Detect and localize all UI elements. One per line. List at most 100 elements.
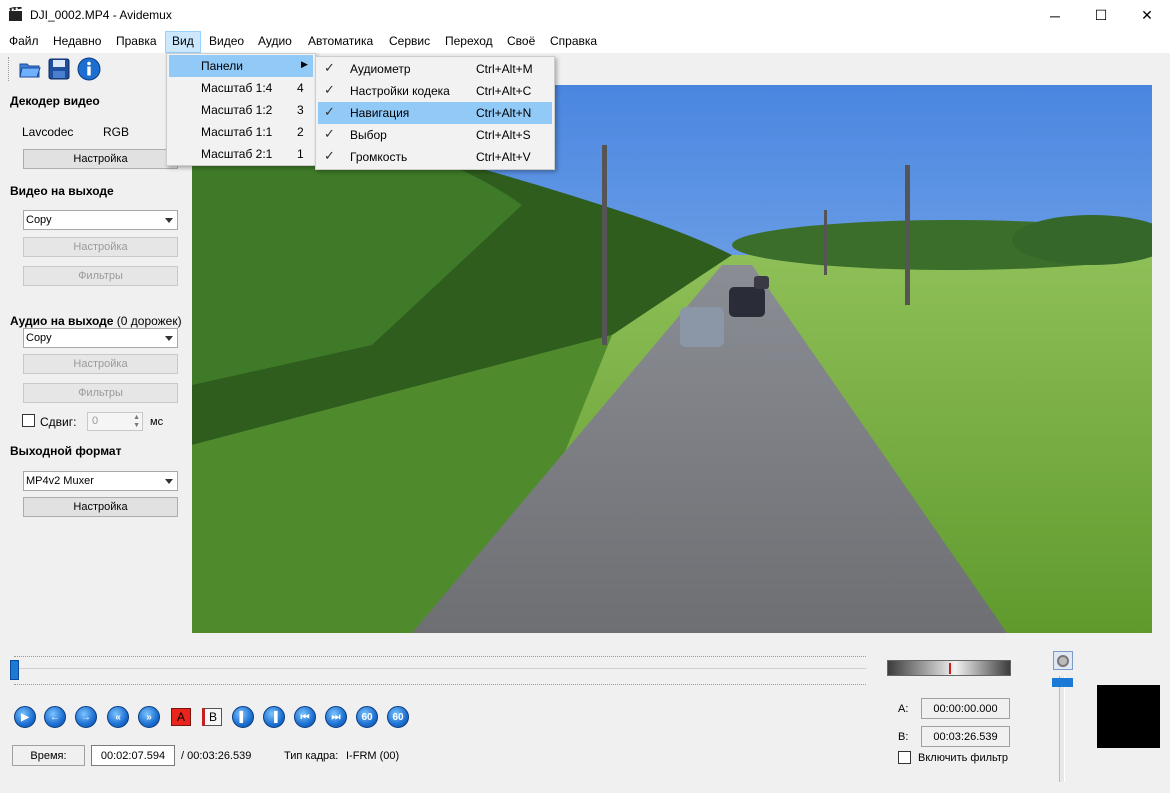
audio-track-count: (0 дорожек) (116, 314, 182, 328)
check-icon: ✓ (324, 104, 335, 119)
menu-auto[interactable]: Автоматика (305, 34, 376, 48)
set-marker-b-button[interactable]: B (202, 708, 222, 726)
menu-help[interactable]: Справка (547, 34, 600, 48)
window-title: DJI_0002.MP4 - Avidemux (30, 8, 172, 22)
previous-keyframe-icon[interactable]: « (107, 706, 129, 728)
video-filters-button[interactable]: Фильтры (23, 266, 178, 286)
panel-shortcut: Ctrl+Alt+C (476, 84, 532, 98)
panel-selection[interactable]: ✓ Выбор Ctrl+Alt+S (318, 124, 552, 146)
audio-meter (1097, 685, 1160, 748)
panel-shortcut: Ctrl+Alt+S (476, 128, 531, 142)
total-time: / 00:03:26.539 (181, 750, 252, 762)
menu-custom[interactable]: Своё (504, 34, 538, 48)
back-60-icon[interactable]: 60 (356, 706, 378, 728)
save-icon[interactable] (47, 57, 71, 81)
panels-submenu: ✓ Аудиометр Ctrl+Alt+M ✓ Настройки кодека Ct… (315, 56, 555, 170)
muxer-select[interactable]: MP4v2 Muxer (23, 471, 178, 491)
next-frame-icon[interactable]: → (75, 706, 97, 728)
info-icon[interactable] (77, 57, 101, 81)
set-marker-a-button[interactable]: A (171, 708, 191, 726)
shift-checkbox[interactable] (22, 414, 35, 427)
play-icon[interactable]: ▶ (14, 706, 36, 728)
enable-filter-label: Включить фильтр (918, 752, 1009, 764)
panel-label: Аудиометр (350, 62, 411, 76)
marker-a-time: 00:00:00.000 (921, 698, 1010, 719)
muxer-value: MP4v2 Muxer (26, 475, 94, 487)
menu-file[interactable]: Файл (6, 34, 42, 48)
video-output-title: Видео на выходе (10, 184, 114, 198)
open-folder-icon[interactable] (18, 57, 42, 81)
go-to-end-icon[interactable]: ⏭ (325, 706, 347, 728)
toolbar-grip (8, 57, 10, 81)
volume-slider-handle[interactable] (1052, 678, 1073, 687)
muxer-config-button[interactable]: Настройка (23, 497, 178, 517)
view-menu-zoom-1-4[interactable]: Масштаб 1:4 4 (169, 77, 313, 99)
frame-type-value: I-FRM (00) (346, 750, 400, 762)
view-menu-zoom-1-1[interactable]: Масштаб 1:1 2 (169, 121, 313, 143)
zoom-shortcut: 1 (297, 147, 304, 161)
volume-slider-track[interactable] (1059, 676, 1065, 782)
video-config-button[interactable]: Настройка (23, 237, 178, 257)
view-menu-zoom-1-2[interactable]: Масштаб 1:2 3 (169, 99, 313, 121)
left-panel: Декодер видео Lavcodec RGB Настройка Вид… (0, 85, 192, 635)
volume-icon[interactable] (1053, 651, 1073, 670)
decoder-config-button[interactable]: Настройка (23, 149, 178, 169)
zoom-shortcut: 2 (297, 125, 304, 139)
panel-audiometer[interactable]: ✓ Аудиометр Ctrl+Alt+M (318, 58, 552, 80)
shift-unit: мс (150, 416, 164, 428)
shift-spinbox[interactable]: 0 ▲ ▼ (87, 412, 143, 431)
go-to-marker-b-icon[interactable]: ▐ (263, 706, 285, 728)
audio-codec-value: Copy (26, 332, 52, 344)
check-icon: ✓ (324, 148, 335, 163)
marker-b-label: B: (898, 731, 909, 743)
jog-shuttle[interactable] (887, 660, 1011, 676)
minimize-button[interactable]: ─ (1032, 0, 1078, 31)
marker-b-time: 00:03:26.539 (921, 726, 1010, 747)
panel-shortcut: Ctrl+Alt+M (476, 62, 533, 76)
menu-bar: Файл Недавно Правка Вид Видео Аудио Авто… (0, 31, 1170, 53)
maximize-button[interactable]: ☐ (1078, 0, 1124, 31)
previous-frame-icon[interactable]: ← (44, 706, 66, 728)
close-button[interactable]: ✕ (1124, 0, 1170, 31)
panel-label: Навигация (350, 106, 410, 120)
panels-label: Панели (201, 59, 243, 73)
panel-label: Громкость (350, 150, 408, 164)
enable-filter-checkbox[interactable] (898, 751, 911, 764)
video-codec-select[interactable]: Copy (23, 210, 178, 230)
check-icon: ✓ (324, 126, 335, 141)
audio-config-button[interactable]: Настройка (23, 354, 178, 374)
menu-audio[interactable]: Аудио (255, 34, 295, 48)
menu-view[interactable]: Вид (165, 31, 201, 53)
audio-codec-select[interactable]: Copy (23, 328, 178, 348)
go-to-start-icon[interactable]: ⏮ (294, 706, 316, 728)
panel-volume[interactable]: ✓ Громкость Ctrl+Alt+V (318, 146, 552, 168)
menu-edit[interactable]: Правка (113, 34, 160, 48)
timeline-slider-handle[interactable] (10, 660, 19, 680)
menu-go[interactable]: Переход (442, 34, 496, 48)
timeline-track[interactable] (14, 668, 866, 669)
shift-label: Сдвиг: (40, 415, 77, 429)
chevron-down-icon (165, 479, 173, 484)
menu-recent[interactable]: Недавно (50, 34, 104, 48)
menu-video[interactable]: Видео (206, 34, 247, 48)
spin-arrows-icon[interactable]: ▲ ▼ (133, 414, 140, 430)
forward-60-icon[interactable]: 60 (387, 706, 409, 728)
audio-filters-button[interactable]: Фильтры (23, 383, 178, 403)
panel-shortcut: Ctrl+Alt+V (476, 150, 531, 164)
audio-output-label: Аудио на выходе (10, 314, 114, 328)
next-keyframe-icon[interactable]: » (138, 706, 160, 728)
panel-navigation[interactable]: ✓ Навигация Ctrl+Alt+N (318, 102, 552, 124)
timeline-ticks-bottom (14, 684, 866, 685)
video-codec-value: Copy (26, 214, 52, 226)
current-time-field[interactable]: 00:02:07.594 (91, 745, 175, 766)
menu-tools[interactable]: Сервис (386, 34, 433, 48)
chevron-down-icon (165, 218, 173, 223)
output-format-title: Выходной формат (10, 444, 122, 458)
view-menu-panels[interactable]: Панели ▶ (169, 55, 313, 77)
view-menu-zoom-2-1[interactable]: Масштаб 2:1 1 (169, 143, 313, 165)
decoder-name: Lavcodec (22, 125, 74, 139)
time-button[interactable]: Время: (12, 745, 85, 766)
panel-codec-settings[interactable]: ✓ Настройки кодека Ctrl+Alt+C (318, 80, 552, 102)
submenu-arrow-icon: ▶ (301, 59, 308, 69)
go-to-marker-a-icon[interactable]: ▌ (232, 706, 254, 728)
